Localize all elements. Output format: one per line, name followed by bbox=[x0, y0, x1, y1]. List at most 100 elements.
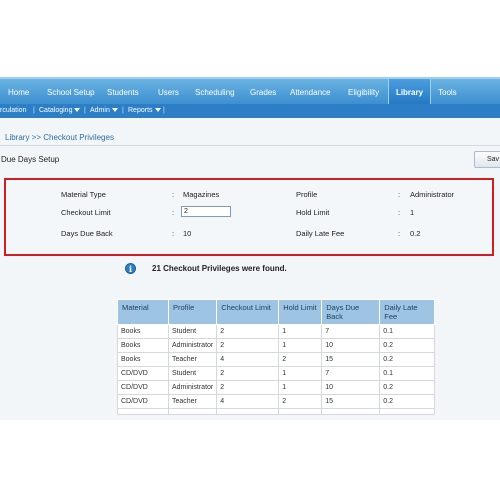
subnav-reports-label: Reports bbox=[128, 107, 153, 114]
material-type-value: Magazines bbox=[183, 190, 220, 199]
column-header-daily-late-fee[interactable]: Daily Late Fee bbox=[379, 299, 436, 325]
table-header-row: Material Profile Checkout Limit Hold Lim… bbox=[117, 299, 436, 325]
cell-empty bbox=[167, 408, 218, 415]
cell-hold-limit: 2 bbox=[278, 352, 323, 367]
cell-days-due-back: 10 bbox=[321, 380, 381, 395]
checkout-privileges-table: Material Profile Checkout Limit Hold Lim… bbox=[117, 299, 436, 415]
table-row-partial bbox=[117, 408, 436, 415]
colon: : bbox=[172, 229, 175, 238]
tab-school-setup[interactable]: School Setup bbox=[47, 79, 95, 104]
divider bbox=[0, 145, 500, 146]
column-header-hold-limit[interactable]: Hold Limit bbox=[278, 299, 323, 325]
cell-days-due-back: 15 bbox=[321, 352, 381, 367]
cell-daily-late-fee: 0.2 bbox=[379, 394, 436, 409]
colon: : bbox=[172, 190, 175, 199]
cell-checkout-limit: 4 bbox=[216, 394, 280, 409]
column-header-checkout-limit[interactable]: Checkout Limit bbox=[216, 299, 280, 325]
table-row[interactable]: Books Teacher 4 2 15 0.2 bbox=[117, 352, 436, 367]
table-row[interactable]: Books Administrator 2 1 10 0.2 bbox=[117, 338, 436, 353]
daily-late-fee-value: 0.2 bbox=[410, 229, 421, 238]
cell-empty bbox=[278, 408, 323, 415]
cell-material: CD/DVD bbox=[117, 394, 169, 409]
chevron-down-icon bbox=[111, 108, 118, 113]
breadcrumb[interactable]: Library >> Checkout Privileges bbox=[5, 133, 114, 142]
subnav-reports[interactable]: Reports bbox=[128, 104, 161, 118]
save-button[interactable]: Sav bbox=[474, 151, 500, 168]
table-row[interactable]: CD/DVD Administrator 2 1 10 0.2 bbox=[117, 380, 436, 395]
cell-days-due-back: 15 bbox=[321, 394, 381, 409]
cell-material: CD/DVD bbox=[117, 366, 169, 381]
profile-value: Administrator bbox=[410, 190, 455, 199]
tab-tools[interactable]: Tools bbox=[438, 79, 457, 104]
cell-profile: Teacher bbox=[167, 352, 218, 367]
cell-empty bbox=[117, 408, 169, 415]
table-row[interactable]: CD/DVD Student 2 1 7 0.1 bbox=[117, 366, 436, 381]
cell-hold-limit: 1 bbox=[278, 338, 323, 353]
column-header-material[interactable]: Material bbox=[117, 299, 169, 325]
material-type-label: Material Type bbox=[61, 190, 106, 199]
subnav-admin-label: Admin bbox=[90, 107, 110, 114]
cell-daily-late-fee: 0.2 bbox=[379, 380, 436, 395]
cell-hold-limit: 1 bbox=[278, 380, 323, 395]
tab-students[interactable]: Students bbox=[107, 79, 139, 104]
profile-label: Profile bbox=[296, 190, 318, 199]
tab-users[interactable]: Users bbox=[158, 79, 179, 104]
subnav-separator: | bbox=[163, 107, 165, 114]
checkout-limit-input[interactable]: 2 bbox=[181, 206, 231, 217]
colon: : bbox=[398, 208, 401, 217]
cell-hold-limit: 2 bbox=[278, 394, 323, 409]
cell-daily-late-fee: 0.1 bbox=[379, 366, 436, 381]
results-count-message: 21 Checkout Privileges were found. bbox=[152, 264, 287, 273]
colon: : bbox=[398, 190, 401, 199]
tab-attendance[interactable]: Attendance bbox=[290, 79, 330, 104]
cell-empty bbox=[379, 408, 436, 415]
cell-daily-late-fee: 0.2 bbox=[379, 352, 436, 367]
tab-scheduling[interactable]: Scheduling bbox=[195, 79, 235, 104]
cell-checkout-limit: 4 bbox=[216, 352, 280, 367]
cell-empty bbox=[321, 408, 381, 415]
table-row[interactable]: CD/DVD Teacher 4 2 15 0.2 bbox=[117, 394, 436, 409]
cell-hold-limit: 1 bbox=[278, 324, 323, 339]
column-header-profile[interactable]: Profile bbox=[167, 299, 218, 325]
subnav-separator: | bbox=[33, 107, 35, 114]
cell-material: Books bbox=[117, 324, 169, 339]
cell-profile: Teacher bbox=[167, 394, 218, 409]
subnav-circulation[interactable]: rculation bbox=[0, 104, 26, 118]
info-icon: i bbox=[125, 263, 136, 274]
daily-late-fee-label: Daily Late Fee bbox=[296, 229, 345, 238]
chevron-down-icon bbox=[154, 108, 161, 113]
colon: : bbox=[398, 229, 401, 238]
cell-hold-limit: 1 bbox=[278, 366, 323, 381]
subnav-separator: | bbox=[122, 107, 124, 114]
hold-limit-value: 1 bbox=[410, 208, 415, 217]
table-row[interactable]: Books Student 2 1 7 0.1 bbox=[117, 324, 436, 339]
cell-profile: Administrator bbox=[167, 380, 218, 395]
cell-days-due-back: 7 bbox=[321, 366, 381, 381]
app-frame: Home School Setup Students Users Schedul… bbox=[0, 77, 500, 420]
subnav-cataloging[interactable]: Cataloging bbox=[39, 104, 81, 118]
cell-material: Books bbox=[117, 338, 169, 353]
cell-material: CD/DVD bbox=[117, 380, 169, 395]
cell-profile: Administrator bbox=[167, 338, 218, 353]
days-due-back-label: Days Due Back bbox=[61, 229, 113, 238]
subnav-cataloging-label: Cataloging bbox=[39, 107, 73, 114]
cell-checkout-limit: 2 bbox=[216, 380, 280, 395]
chevron-down-icon bbox=[74, 108, 81, 113]
cell-days-due-back: 7 bbox=[321, 324, 381, 339]
cell-daily-late-fee: 0.2 bbox=[379, 338, 436, 353]
tab-eligibility[interactable]: Eligibility bbox=[348, 79, 379, 104]
tab-library[interactable]: Library bbox=[388, 79, 431, 104]
column-header-days-due-back[interactable]: Days Due Back bbox=[321, 299, 381, 325]
subnav-separator: | bbox=[84, 107, 86, 114]
cell-checkout-limit: 2 bbox=[216, 324, 280, 339]
tab-grades[interactable]: Grades bbox=[250, 79, 276, 104]
colon: : bbox=[172, 208, 175, 217]
sub-nav: rculation | Cataloging | Admin | Reports… bbox=[0, 104, 500, 118]
cell-profile: Student bbox=[167, 366, 218, 381]
subnav-admin[interactable]: Admin bbox=[90, 104, 118, 118]
cell-days-due-back: 10 bbox=[321, 338, 381, 353]
cell-checkout-limit: 2 bbox=[216, 366, 280, 381]
days-due-back-value: 10 bbox=[183, 229, 192, 238]
tab-home[interactable]: Home bbox=[8, 79, 29, 104]
cell-profile: Student bbox=[167, 324, 218, 339]
